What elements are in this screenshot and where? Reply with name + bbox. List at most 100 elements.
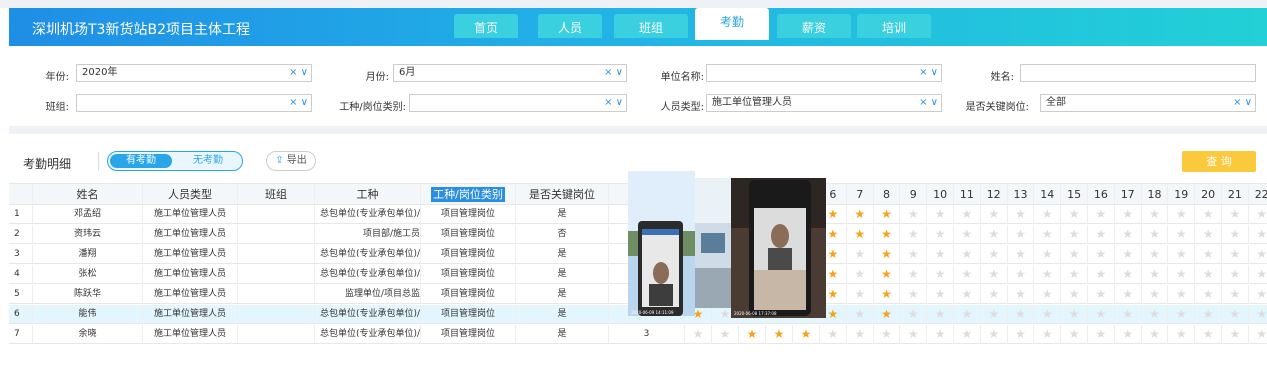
attendance-star-icon: ★ — [1195, 225, 1222, 244]
work-type-select[interactable]: × ∨ — [409, 94, 627, 112]
column-header[interactable]: 工种 — [315, 184, 421, 204]
toggle-has-attendance[interactable]: 有考勤 — [110, 154, 172, 168]
attendance-star-icon: ★ — [793, 325, 820, 344]
toggle-no-attendance[interactable]: 无考勤 — [180, 154, 236, 168]
attendance-star-icon: ★ — [1034, 265, 1062, 284]
day-column-header: 22 — [1249, 184, 1267, 204]
attendance-star-icon: ★ — [874, 285, 901, 304]
attendance-star-icon: ★ — [685, 325, 712, 344]
attendance-star-icon: ★ — [1249, 225, 1267, 244]
cell-team — [238, 305, 315, 323]
person-type-clear-dropdown-icon[interactable]: × ∨ — [919, 95, 938, 111]
query-button[interactable]: 查 询 — [1182, 151, 1256, 172]
cell-idx: 6 — [9, 305, 33, 323]
attendance-star-icon: ★ — [1115, 285, 1142, 304]
cell-work: 监理单位/项目总监 — [315, 285, 421, 303]
month-select[interactable]: 6月 × ∨ — [393, 64, 627, 82]
attendance-star-icon: ★ — [1115, 225, 1142, 244]
unit-label: 单位名称: — [660, 72, 704, 83]
attendance-star-icon: ★ — [739, 325, 766, 344]
attendance-star-icon: ★ — [900, 225, 928, 244]
key-post-label: 是否关键岗位: — [965, 102, 1029, 113]
attendance-star-icon: ★ — [1142, 225, 1169, 244]
attendance-star-icon: ★ — [927, 205, 954, 224]
column-header[interactable]: 工种/岗位类别 — [421, 184, 516, 204]
month-value: 6月 — [399, 67, 416, 78]
day-column-header: 15 — [1061, 184, 1088, 204]
tab-attendance[interactable]: 考勤 — [695, 8, 769, 40]
attendance-star-icon: ★ — [1222, 205, 1249, 224]
attendance-star-icon: ★ — [954, 245, 981, 264]
year-select[interactable]: 2020年 × ∨ — [76, 64, 312, 82]
day-column-header: 9 — [900, 184, 928, 204]
export-label: 导出 — [286, 155, 307, 166]
column-header[interactable]: 人员类型 — [143, 184, 238, 204]
column-header[interactable]: 是否关键岗位 — [516, 184, 609, 204]
section-title: 考勤明细 — [23, 157, 72, 171]
attendance-star-icon: ★ — [874, 205, 901, 224]
attendance-star-icon: ★ — [1195, 205, 1222, 224]
cell-idx: 5 — [9, 285, 33, 303]
unit-clear-dropdown-icon[interactable]: × ∨ — [919, 65, 938, 81]
attendance-star-icon: ★ — [900, 205, 928, 224]
attendance-star-icon: ★ — [1034, 225, 1062, 244]
name-input[interactable] — [1020, 64, 1256, 82]
attendance-star-icon: ★ — [1088, 225, 1115, 244]
year-clear-dropdown-icon[interactable]: × ∨ — [289, 65, 308, 81]
table-row[interactable]: 7 余晓 施工单位管理人员 总包单位(专业承包单位)/项目管理岗位是 3 ★ ★ ★ ★ ★ ★ ★ ★… — [9, 325, 1267, 344]
export-icon: ⇪ — [275, 155, 284, 166]
tab-teams[interactable]: 班组 — [614, 14, 688, 38]
attendance-star-icon: ★ — [1061, 225, 1088, 244]
month-clear-dropdown-icon[interactable]: × ∨ — [604, 65, 623, 81]
export-button[interactable]: ⇪ 导出 — [266, 151, 316, 171]
key-post-select[interactable]: 全部 × ∨ — [1040, 94, 1256, 112]
cell-idx: 7 — [9, 325, 33, 343]
attendance-star-icon: ★ — [900, 285, 928, 304]
toolbar-divider — [98, 152, 99, 170]
tab-salary[interactable]: 薪资 — [777, 14, 851, 38]
attendance-star-icon: ★ — [1195, 305, 1222, 324]
cell-type: 施工单位管理人员 — [143, 325, 238, 343]
attendance-star-icon: ★ — [847, 245, 874, 264]
attendance-toggle[interactable]: 有考勤 无考勤 — [107, 151, 243, 171]
attendance-star-icon: ★ — [1061, 245, 1088, 264]
cell-team — [238, 205, 315, 223]
cell-name: 余晓 — [33, 325, 143, 343]
attendance-star-icon: ★ — [1008, 265, 1035, 284]
team-clear-dropdown-icon[interactable]: × ∨ — [289, 95, 308, 111]
attendance-star-icon: ★ — [981, 245, 1008, 264]
column-header[interactable]: 姓名 — [33, 184, 143, 204]
month-label: 月份: — [365, 72, 389, 83]
key-post-value: 全部 — [1046, 97, 1066, 108]
attendance-star-icon: ★ — [1249, 265, 1267, 284]
team-select[interactable]: × ∨ — [76, 94, 312, 112]
attendance-star-icon: ★ — [1249, 245, 1267, 264]
cell-type: 施工单位管理人员 — [143, 225, 238, 243]
tab-personnel[interactable]: 人员 — [538, 14, 602, 38]
attendance-star-icon: ★ — [1008, 325, 1035, 344]
attendance-star-icon: ★ — [874, 265, 901, 284]
tab-training[interactable]: 培训 — [857, 14, 931, 38]
column-header[interactable]: 班组 — [238, 184, 315, 204]
unit-select[interactable]: × ∨ — [706, 64, 942, 82]
day-column-header: 10 — [927, 184, 954, 204]
cell-idx: 1 — [9, 205, 33, 223]
attendance-star-icon: ★ — [900, 245, 928, 264]
attendance-star-icon: ★ — [847, 305, 874, 324]
attendance-star-icon: ★ — [1168, 225, 1196, 244]
attendance-star-icon: ★ — [1195, 245, 1222, 264]
cell-category: 项目管理岗位 — [421, 225, 516, 243]
filter-panel: 年份: 2020年 × ∨ 月份: 6月 × ∨ 单位名称: × ∨ 姓名: 班… — [9, 46, 1267, 126]
attendance-star-icon: ★ — [1142, 325, 1169, 344]
person-type-select[interactable]: 施工单位管理人员 × ∨ — [706, 94, 942, 112]
attendance-star-icon: ★ — [981, 265, 1008, 284]
work-type-clear-dropdown-icon[interactable]: × ∨ — [604, 95, 623, 111]
attendance-star-icon: ★ — [712, 325, 739, 344]
key-post-clear-dropdown-icon[interactable]: × ∨ — [1233, 95, 1252, 111]
tab-home[interactable]: 首页 — [454, 14, 518, 38]
attendance-star-icon: ★ — [1061, 305, 1088, 324]
cell-name: 张松 — [33, 265, 143, 283]
day-column-header: 20 — [1195, 184, 1222, 204]
cell-category: 项目管理岗位 — [421, 325, 516, 343]
cell-name: 资玮云 — [33, 225, 143, 243]
